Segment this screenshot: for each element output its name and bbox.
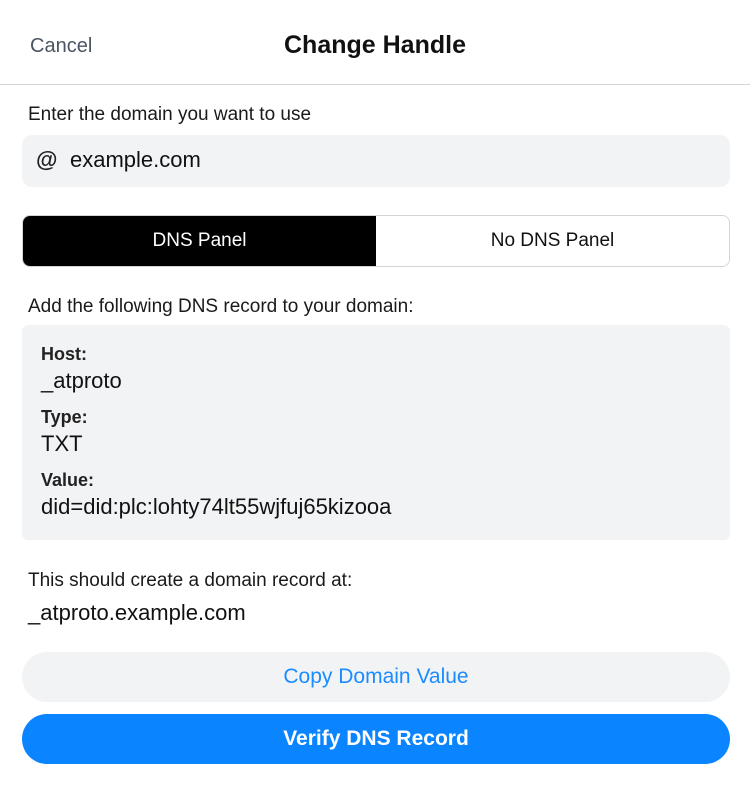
at-sign-icon: @ [36, 147, 58, 172]
segment-dns-panel[interactable]: DNS Panel [23, 216, 376, 266]
page-title: Change Handle [284, 31, 466, 59]
record-value: did=did:plc:lohty74lt55wjfuj65kizooa [41, 494, 392, 519]
verify-dns-record-button[interactable]: Verify DNS Record [22, 714, 730, 764]
domain-input[interactable]: @ example.com [22, 135, 730, 187]
domain-input-value[interactable]: example.com [70, 147, 201, 173]
host-value: _atproto [41, 368, 122, 393]
domain-record-fqdn: _atproto.example.com [28, 600, 246, 625]
type-label: Type: [41, 407, 88, 427]
copy-domain-value-button[interactable]: Copy Domain Value [22, 652, 730, 702]
header-bar: Cancel Change Handle [0, 0, 750, 85]
type-value: TXT [41, 431, 83, 456]
value-label: Value: [41, 470, 95, 490]
result-label: This should create a domain record at: [28, 570, 353, 591]
dns-record-card: Host: _atproto Type: TXT Value: did=did:… [22, 325, 730, 540]
dns-mode-segmented-control: DNS Panel No DNS Panel [22, 215, 730, 267]
domain-label: Enter the domain you want to use [28, 104, 312, 125]
host-label: Host: [41, 344, 87, 364]
segment-no-dns-panel[interactable]: No DNS Panel [376, 216, 729, 266]
dns-instructions: Add the following DNS record to your dom… [28, 296, 414, 317]
